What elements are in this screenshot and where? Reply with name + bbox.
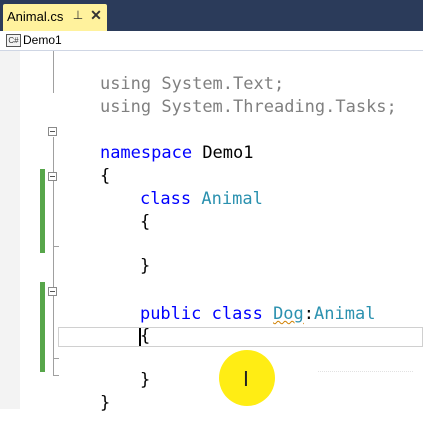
collapse-namespace-icon[interactable] (48, 127, 57, 136)
brace: { (139, 326, 151, 346)
brace: } (139, 256, 151, 276)
text-caret (139, 328, 141, 346)
collapse-class-animal-icon[interactable] (48, 172, 57, 181)
base-type-name: Animal (314, 304, 376, 324)
outline-guide-top (53, 51, 54, 93)
tab-label: Animal.cs (7, 9, 64, 24)
dotted-hint (318, 367, 413, 372)
tab-animal-cs[interactable]: Animal.cs ⊥ ✕ (3, 4, 107, 31)
i-beam-cursor-icon: I (243, 367, 249, 391)
pin-icon[interactable]: ⊥ (71, 8, 85, 22)
project-dropdown[interactable]: Demo1 (23, 33, 62, 47)
change-marker-class2 (40, 282, 45, 372)
code-line-brace: } (59, 370, 110, 436)
code-text: System.Threading.Tasks; (151, 97, 397, 117)
outline-guide-class1 (53, 181, 54, 246)
type-name: Dog (273, 304, 304, 324)
document-tab-strip: Animal.cs ⊥ ✕ (0, 0, 423, 31)
navigation-bar[interactable]: C# Demo1 (0, 31, 423, 51)
change-marker-class1 (40, 169, 45, 253)
collapse-class-dog-icon[interactable] (48, 287, 57, 296)
keyword: class (211, 304, 263, 324)
code-text: Demo1 (192, 143, 254, 163)
close-icon[interactable]: ✕ (89, 7, 103, 24)
brace: } (139, 370, 151, 390)
editor-margin (0, 51, 20, 409)
type-name: Animal (201, 189, 263, 209)
keyword: namespace (99, 143, 193, 163)
keyword: using (99, 97, 152, 117)
outline-end-class2 (53, 358, 59, 359)
colon: : (303, 304, 315, 324)
csharp-file-icon: C# (6, 34, 21, 47)
brace: { (139, 212, 151, 232)
brace: } (99, 393, 111, 413)
outline-guide-class2 (53, 295, 54, 358)
code-editor[interactable]: using System.Text; using System.Threadin… (0, 51, 423, 413)
outline-end-class1 (53, 246, 59, 247)
